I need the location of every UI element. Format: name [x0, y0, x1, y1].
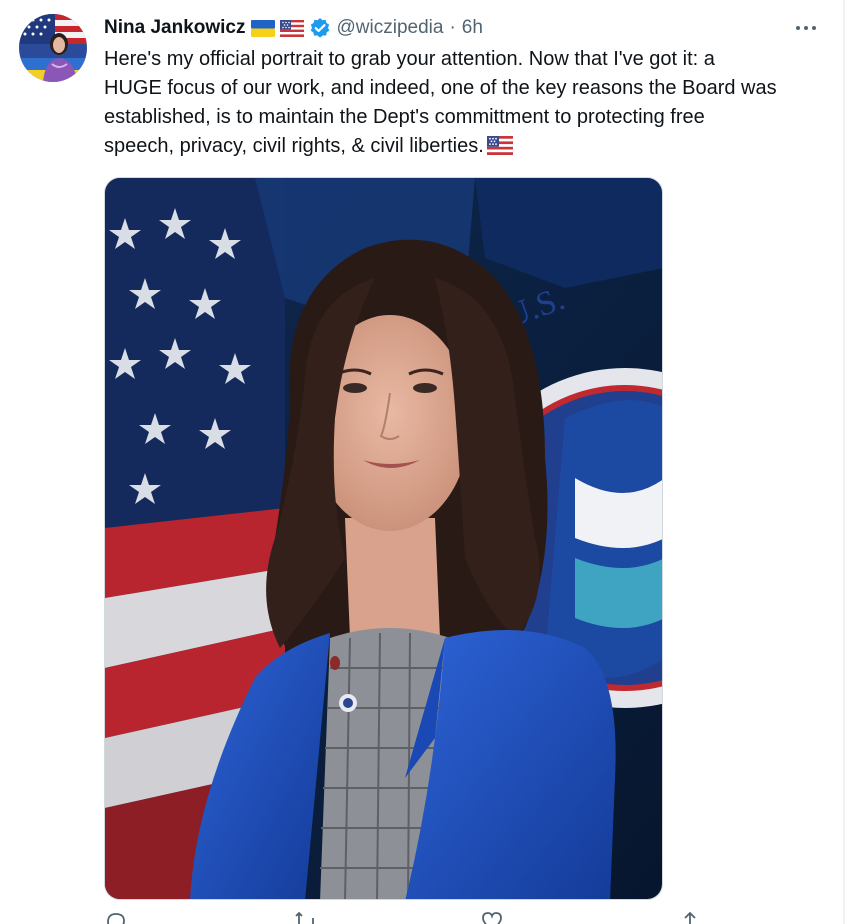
more-options-icon[interactable]: [792, 16, 820, 40]
tweet-text-line-last: speech, privacy, civil rights, & civil l…: [104, 132, 834, 161]
verified-badge-icon: [309, 17, 331, 39]
author-handle[interactable]: @wiczipedia: [337, 17, 444, 39]
like-icon[interactable]: [480, 910, 504, 924]
tweet-card[interactable]: Nina Jankowicz @wiczipedia · 6h Here's m…: [0, 0, 843, 924]
usa-flag-icon: [279, 19, 304, 37]
tweet-text: Here's my official portrait to grab your…: [104, 45, 834, 161]
tweet-actions: [104, 910, 724, 924]
tweet-header: Nina Jankowicz @wiczipedia · 6h: [104, 14, 483, 42]
ukraine-flag-icon: [250, 19, 275, 37]
share-icon[interactable]: [678, 910, 702, 924]
reply-icon[interactable]: [104, 910, 128, 924]
author-name[interactable]: Nina Jankowicz: [104, 17, 246, 39]
separator-dot: ·: [449, 17, 456, 38]
author-avatar[interactable]: [19, 14, 87, 82]
retweet-icon[interactable]: [294, 910, 318, 924]
tweet-text-line: HUGE focus of our work, and indeed, one …: [104, 77, 777, 99]
tweet-timestamp[interactable]: 6h: [462, 17, 483, 39]
portrait-photo[interactable]: U.S.: [104, 177, 663, 900]
usa-flag-icon: [486, 136, 513, 155]
tweet-text-line: speech, privacy, civil rights, & civil l…: [104, 135, 484, 157]
tweet-text-line: Here's my official portrait to grab your…: [104, 48, 715, 70]
tweet-text-line: established, is to maintain the Dept's c…: [104, 106, 705, 128]
